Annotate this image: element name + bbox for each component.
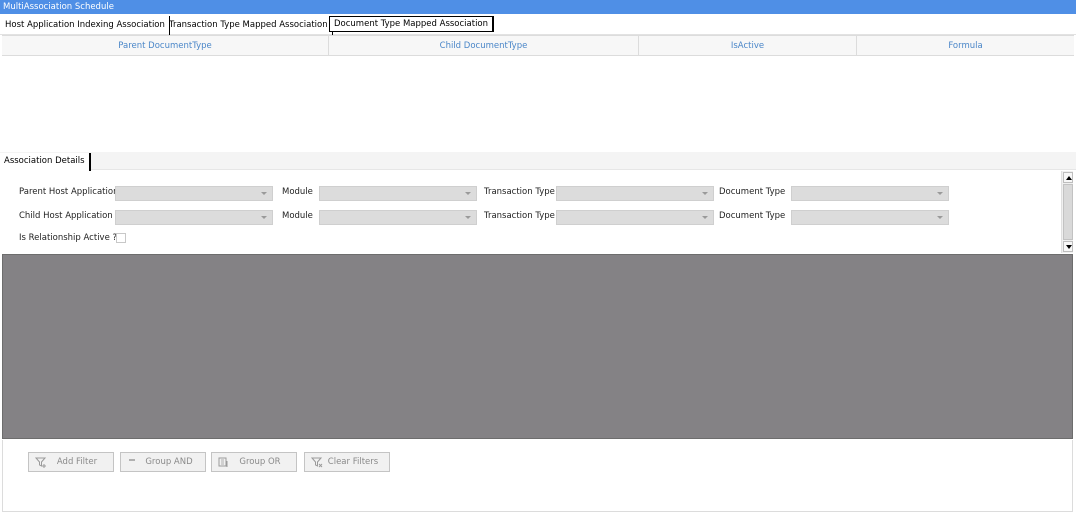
grid-body[interactable] (2, 56, 1074, 152)
chevron-down-icon (261, 216, 267, 219)
column-header-child-documenttype[interactable]: Child DocumentType (329, 36, 639, 55)
is-relationship-active-checkbox[interactable] (116, 233, 126, 243)
chevron-down-icon (937, 216, 943, 219)
active-row: Is Relationship Active ? (2, 230, 1060, 248)
group-or-label: Group OR (239, 457, 281, 467)
parent-module-dropdown[interactable] (319, 186, 477, 201)
child-host-application-dropdown[interactable] (115, 210, 273, 225)
parent-module-label: Module (282, 187, 313, 197)
parent-host-application-label: Parent Host Application (19, 187, 119, 197)
form-vertical-scrollbar[interactable] (1061, 171, 1073, 253)
child-row: Child Host Application Module Transactio… (2, 208, 1060, 226)
chevron-down-icon (937, 192, 943, 195)
parent-host-application-dropdown[interactable] (115, 186, 273, 201)
clear-filters-button[interactable]: Clear Filters (304, 452, 390, 472)
scroll-thumb[interactable] (1063, 184, 1073, 240)
tab-association-details[interactable]: Association Details (0, 153, 91, 171)
grid-header: Parent DocumentType Child DocumentType I… (2, 35, 1074, 56)
chevron-down-icon (702, 192, 708, 195)
chevron-down-icon (465, 216, 471, 219)
details-tabstrip: Association Details (0, 152, 1076, 171)
add-filter-label: Add Filter (56, 457, 98, 467)
window-title: MultiAssociation Schedule (0, 0, 1076, 14)
group-and-button[interactable]: Group AND (120, 452, 206, 472)
column-header-parent-documenttype[interactable]: Parent DocumentType (2, 36, 329, 55)
child-transaction-type-dropdown[interactable] (556, 210, 714, 225)
tab-document-type-mapped[interactable]: Document Type Mapped Association (329, 16, 495, 32)
scroll-up-button[interactable] (1063, 172, 1073, 183)
column-header-isactive[interactable]: IsActive (639, 36, 857, 55)
chevron-down-icon (465, 192, 471, 195)
child-document-type-label: Document Type (719, 211, 786, 221)
filter-toolbar: Add Filter Group AND Group OR Clear Filt… (2, 440, 1073, 512)
chevron-down-icon (702, 216, 708, 219)
clear-filters-label: Clear Filters (327, 457, 379, 467)
group-and-label: Group AND (145, 457, 193, 467)
add-filter-button[interactable]: Add Filter (28, 452, 114, 472)
group-or-button[interactable]: Group OR (211, 452, 297, 472)
chevron-down-icon (261, 192, 267, 195)
association-tabs: Host Application Indexing Association Tr… (0, 14, 1076, 35)
child-module-dropdown[interactable] (319, 210, 477, 225)
tab-transaction-type-mapped[interactable]: Transaction Type Mapped Association (165, 16, 333, 35)
parent-document-type-dropdown[interactable] (791, 186, 949, 201)
association-details-form: Parent Host Application Module Transacti… (2, 171, 1060, 253)
parent-transaction-type-dropdown[interactable] (556, 186, 714, 201)
parent-document-type-label: Document Type (719, 187, 786, 197)
child-document-type-dropdown[interactable] (791, 210, 949, 225)
column-header-formula[interactable]: Formula (857, 36, 1074, 55)
tab-host-application-indexing[interactable]: Host Application Indexing Association (1, 16, 170, 35)
parent-row: Parent Host Application Module Transacti… (2, 184, 1060, 202)
filter-editor-canvas[interactable] (2, 254, 1073, 439)
child-transaction-type-label: Transaction Type (484, 211, 555, 221)
scroll-down-button[interactable] (1063, 241, 1073, 252)
parent-transaction-type-label: Transaction Type (484, 187, 555, 197)
is-relationship-active-label: Is Relationship Active ? (19, 233, 118, 243)
child-module-label: Module (282, 211, 313, 221)
child-host-application-label: Child Host Application (19, 211, 113, 221)
